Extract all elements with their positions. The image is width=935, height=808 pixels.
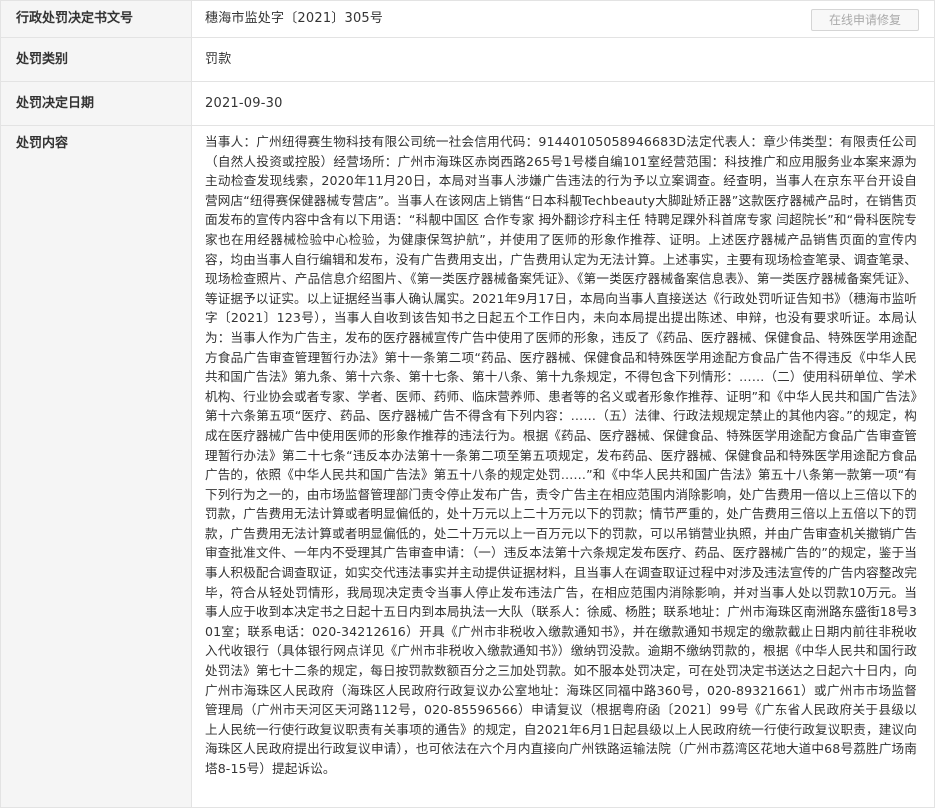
- row-category: 处罚类别 罚款: [1, 38, 934, 82]
- content-cell: 当事人：广州纽得赛生物科技有限公司统一社会信用代码：91440105058946…: [193, 126, 934, 807]
- content-label: 处罚内容: [1, 126, 192, 807]
- apply-repair-button[interactable]: 在线申请修复: [811, 9, 919, 31]
- category-value: 罚款: [205, 52, 232, 67]
- date-value: 2021-09-30: [205, 96, 283, 111]
- penalty-content-text: 当事人：广州纽得赛生物科技有限公司统一社会信用代码：91440105058946…: [205, 134, 917, 776]
- date-cell: 2021-09-30: [193, 82, 934, 125]
- doc-number-label: 行政处罚决定书文号: [1, 1, 192, 37]
- row-date: 处罚决定日期 2021-09-30: [1, 82, 934, 126]
- doc-number-value: 穗海市监处字〔2021〕305号: [205, 11, 384, 26]
- row-content: 处罚内容 当事人：广州纽得赛生物科技有限公司统一社会信用代码：914401050…: [1, 126, 934, 807]
- category-cell: 罚款: [193, 38, 934, 81]
- penalty-info-table: 行政处罚决定书文号 穗海市监处字〔2021〕305号 在线申请修复 处罚类别 罚…: [0, 0, 935, 808]
- doc-number-cell: 穗海市监处字〔2021〕305号 在线申请修复: [193, 1, 934, 37]
- date-label: 处罚决定日期: [1, 82, 192, 125]
- category-label: 处罚类别: [1, 38, 192, 81]
- row-doc-number: 行政处罚决定书文号 穗海市监处字〔2021〕305号 在线申请修复: [1, 1, 934, 38]
